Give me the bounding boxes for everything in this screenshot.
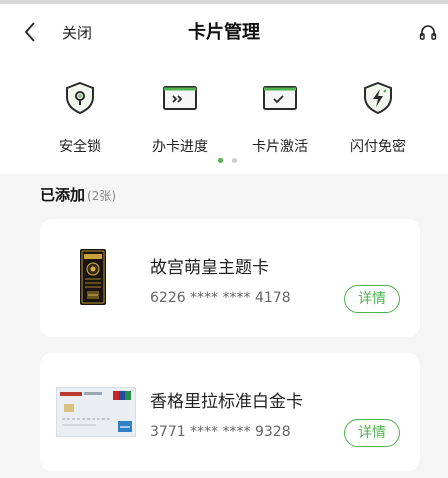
action-label: 安全锁 bbox=[59, 139, 101, 155]
card-number: 6226 **** **** 4178 bbox=[150, 290, 291, 306]
action-label: 卡片激活 bbox=[252, 139, 308, 155]
added-section-title: 已添加 (2张) bbox=[40, 184, 116, 205]
card-number: 3771 **** **** 9328 bbox=[150, 424, 291, 440]
added-count: (2张) bbox=[87, 189, 117, 203]
carousel-indicator bbox=[0, 158, 448, 164]
carousel-dot-active bbox=[218, 158, 223, 163]
added-label: 已添加 bbox=[40, 186, 86, 204]
action-label: 闪付免密 bbox=[350, 139, 406, 155]
card-name: 故宫萌皇主题卡 bbox=[150, 258, 269, 278]
shield-lock-icon bbox=[66, 81, 94, 115]
carousel-dot bbox=[232, 158, 237, 163]
flash-pay-icon bbox=[364, 81, 392, 115]
card-item[interactable]: 故宫萌皇主题卡 6226 **** **** 4178 详情 bbox=[40, 219, 420, 337]
progress-card-icon bbox=[163, 86, 197, 110]
page-title: 卡片管理 bbox=[188, 22, 260, 43]
headset-icon[interactable] bbox=[418, 22, 438, 42]
card-detail-button[interactable]: 详情 bbox=[344, 419, 400, 447]
card-detail-button[interactable]: 详情 bbox=[344, 285, 400, 313]
action-label: 办卡进度 bbox=[152, 139, 208, 155]
card-activate-icon bbox=[263, 86, 297, 110]
shangri-la-card-thumbnail bbox=[56, 387, 136, 437]
card-name: 香格里拉标准白金卡 bbox=[150, 392, 303, 412]
card-item[interactable]: 香格里拉标准白金卡 3771 **** **** 9328 详情 bbox=[40, 353, 420, 471]
palace-card-thumbnail bbox=[80, 249, 106, 305]
header: 关闭 卡片管理 bbox=[0, 4, 448, 60]
